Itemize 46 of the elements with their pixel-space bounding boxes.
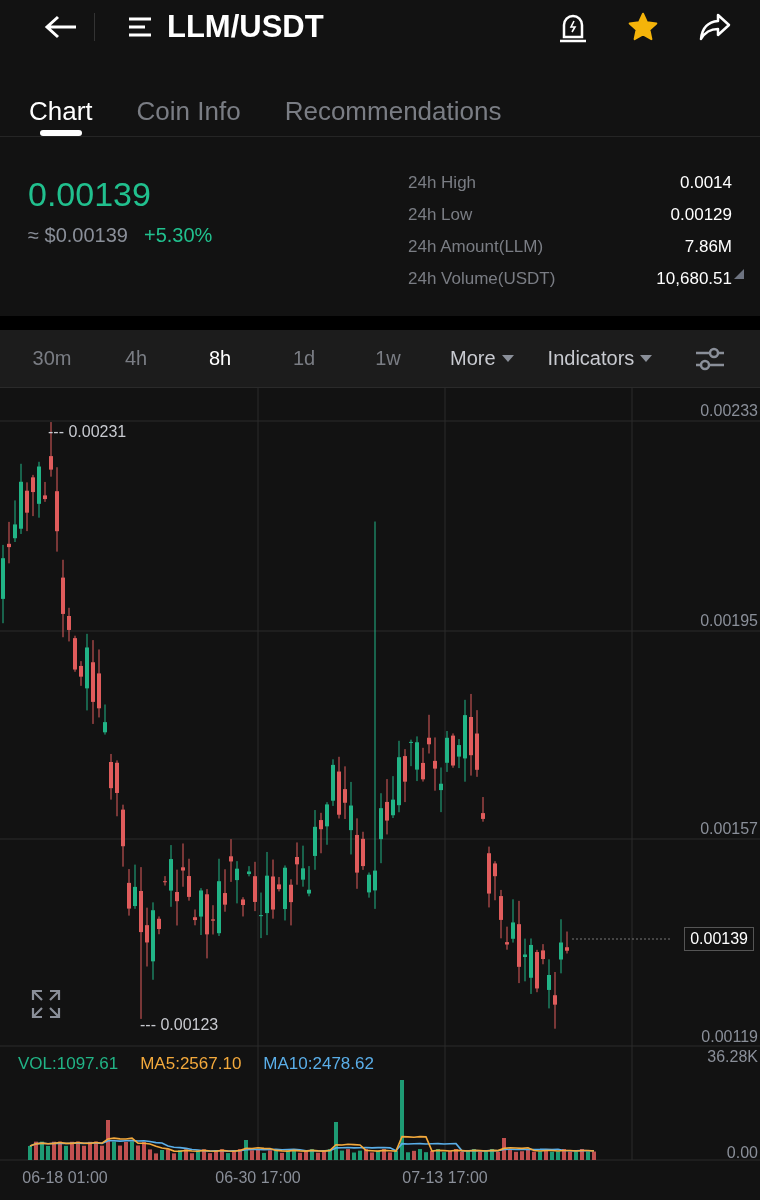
- stat-value: 7.86M: [684, 237, 732, 257]
- stat-label: 24h Amount(LLM): [408, 237, 544, 257]
- tab[interactable]: Coin Info: [136, 54, 241, 136]
- timeframe-tab[interactable]: 30m: [10, 347, 94, 370]
- stat-value: 0.0014: [680, 173, 732, 193]
- volume-axis-label: 0.00: [726, 1144, 758, 1161]
- fiat-price: ≈ $0.00139: [28, 224, 128, 247]
- dropdown-button[interactable]: Indicators: [547, 347, 653, 370]
- corner-icon: [734, 269, 744, 279]
- share-icon[interactable]: [698, 12, 732, 42]
- stat-value: 0.00129: [670, 205, 732, 225]
- caret-icon: [640, 354, 653, 363]
- timeframe-tab[interactable]: 8h: [178, 347, 262, 370]
- tab[interactable]: Chart: [29, 54, 93, 136]
- timeframe-tab[interactable]: 1w: [346, 347, 430, 370]
- volume-legend: VOL:1097.61: [18, 1054, 119, 1074]
- price-axis-label: 0.00119: [701, 1028, 758, 1045]
- caret-icon: [501, 354, 514, 363]
- menu-icon[interactable]: [127, 16, 153, 38]
- timeframe-tab[interactable]: 1d: [262, 347, 346, 370]
- time-axis-label: 06-18 01:00: [22, 1169, 108, 1186]
- stat-value: 10,680.51: [656, 269, 732, 289]
- pair-title: LLM/USDT: [167, 9, 324, 45]
- timeframe-tab[interactable]: 4h: [94, 347, 178, 370]
- last-price: 0.00139: [28, 175, 152, 214]
- stat-label: 24h Volume(USDT): [408, 269, 556, 289]
- price-axis-label: 0.00233: [700, 402, 758, 419]
- expand-icon[interactable]: [31, 989, 61, 1019]
- price-axis-label: 0.00195: [700, 612, 758, 629]
- tab[interactable]: Recommendations: [284, 54, 502, 136]
- dropdown-button[interactable]: More: [450, 347, 514, 370]
- back-icon[interactable]: [44, 15, 78, 39]
- price-change: +5.30%: [143, 224, 213, 247]
- stat-label: 24h Low: [408, 205, 473, 225]
- time-axis-label: 07-13 17:00: [402, 1169, 488, 1186]
- star-icon[interactable]: [626, 11, 660, 43]
- settings-icon[interactable]: [694, 345, 726, 372]
- high-marker: --- 0.00231: [48, 423, 127, 440]
- price-axis-label: 0.00157: [700, 820, 758, 837]
- volume-legend: MA10:2478.62: [263, 1054, 374, 1074]
- time-axis-label: 06-30 17:00: [215, 1169, 301, 1186]
- stat-label: 24h High: [408, 173, 477, 193]
- volume-axis-label: 36.28K: [707, 1048, 758, 1065]
- low-marker: --- 0.00123: [140, 1016, 219, 1033]
- volume-legend: MA5:2567.10: [140, 1054, 242, 1074]
- current-price-label: 0.00139: [684, 927, 754, 951]
